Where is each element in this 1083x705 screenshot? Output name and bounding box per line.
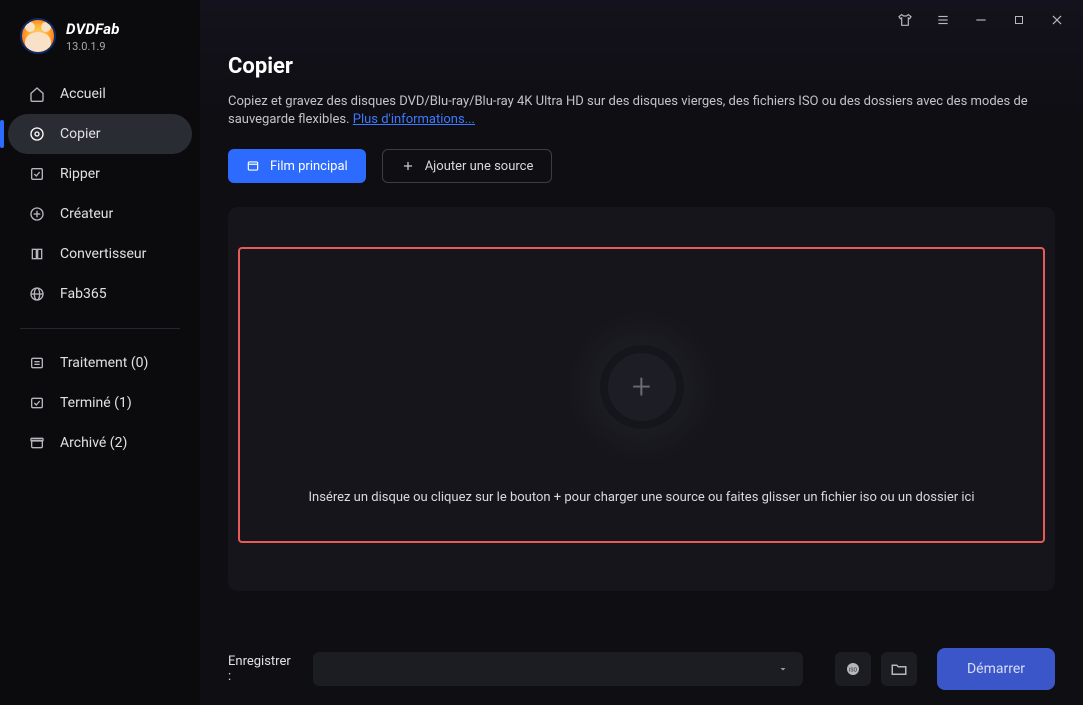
sidebar-item-ripper[interactable]: Ripper	[8, 154, 192, 194]
film-principal-button[interactable]: Film principal	[228, 149, 366, 183]
sidebar-item-termine[interactable]: Terminé (1)	[8, 383, 192, 423]
sidebar-item-label: Copier	[60, 126, 101, 142]
titlebar	[200, 0, 1083, 40]
sidebar-divider	[20, 328, 180, 329]
footer-bar: Enregistrer : ISO Démarrer	[200, 633, 1083, 705]
rip-icon	[28, 165, 46, 183]
app-name: DVDFab	[66, 20, 120, 38]
dropzone-plus-button[interactable]: +	[600, 345, 684, 429]
start-button[interactable]: Démarrer	[937, 648, 1055, 690]
chevron-down-icon	[777, 663, 789, 675]
film-principal-label: Film principal	[270, 159, 348, 174]
svg-text:ISO: ISO	[849, 667, 858, 673]
sidebar-item-label: Créateur	[60, 206, 113, 222]
main-area: Copier Copiez et gravez des disques DVD/…	[200, 0, 1083, 705]
sidebar-item-label: Archivé (2)	[60, 435, 127, 451]
sidebar-item-fab365[interactable]: Fab365	[8, 274, 192, 314]
film-icon	[246, 159, 260, 173]
creator-icon	[28, 205, 46, 223]
page-title: Copier	[228, 54, 1055, 79]
sidebar-item-label: Ripper	[60, 166, 100, 182]
sidebar-item-label: Fab365	[60, 286, 107, 302]
dropzone[interactable]: + Insérez un disque ou cliquez sur le bo…	[238, 247, 1045, 543]
sidebar-item-convertisseur[interactable]: Convertisseur	[8, 234, 192, 274]
dropzone-container: + Insérez un disque ou cliquez sur le bo…	[228, 207, 1055, 591]
disc-icon	[28, 125, 46, 143]
sidebar-item-createur[interactable]: Créateur	[8, 194, 192, 234]
dropzone-plus-ring: +	[565, 310, 719, 464]
page-description-text: Copiez et gravez des disques DVD/Blu-ray…	[228, 94, 1028, 127]
globe-icon	[28, 285, 46, 303]
add-source-label: Ajouter une source	[425, 159, 534, 174]
iso-icon: ISO	[844, 660, 862, 678]
sidebar-item-copier[interactable]: Copier	[8, 114, 192, 154]
sidebar-item-label: Traitement (0)	[60, 355, 148, 371]
app-logo-block: DVDFab 13.0.1.9	[8, 18, 192, 74]
archive-icon	[28, 434, 46, 452]
menu-icon[interactable]	[935, 12, 951, 28]
done-icon	[28, 394, 46, 412]
iso-button[interactable]: ISO	[835, 652, 871, 686]
sidebar-item-traitement[interactable]: Traitement (0)	[8, 343, 192, 383]
folder-button[interactable]	[881, 652, 917, 686]
close-icon[interactable]	[1049, 12, 1065, 28]
save-destination-select[interactable]	[313, 652, 803, 686]
shirt-icon[interactable]	[897, 12, 913, 28]
minimize-icon[interactable]	[973, 12, 989, 28]
convert-icon	[28, 245, 46, 263]
home-icon	[28, 85, 46, 103]
sidebar-item-accueil[interactable]: Accueil	[8, 74, 192, 114]
more-info-link[interactable]: Plus d'informations...	[353, 112, 475, 127]
sidebar-item-label: Terminé (1)	[60, 395, 132, 411]
save-label: Enregistrer :	[228, 654, 297, 684]
folder-icon	[890, 660, 908, 678]
sidebar: DVDFab 13.0.1.9 Accueil Copier Ripper Cr…	[0, 0, 200, 705]
maximize-icon[interactable]	[1011, 12, 1027, 28]
processing-icon	[28, 354, 46, 372]
app-version: 13.0.1.9	[66, 40, 120, 53]
dropzone-text: Insérez un disque ou cliquez sur le bout…	[272, 490, 1011, 505]
page-description: Copiez et gravez des disques DVD/Blu-ray…	[228, 93, 1055, 129]
sidebar-item-label: Accueil	[60, 86, 106, 102]
plus-icon	[401, 159, 415, 173]
app-logo-icon	[20, 18, 56, 54]
sidebar-item-archive[interactable]: Archivé (2)	[8, 423, 192, 463]
add-source-button[interactable]: Ajouter une source	[382, 149, 553, 183]
sidebar-item-label: Convertisseur	[60, 246, 146, 262]
